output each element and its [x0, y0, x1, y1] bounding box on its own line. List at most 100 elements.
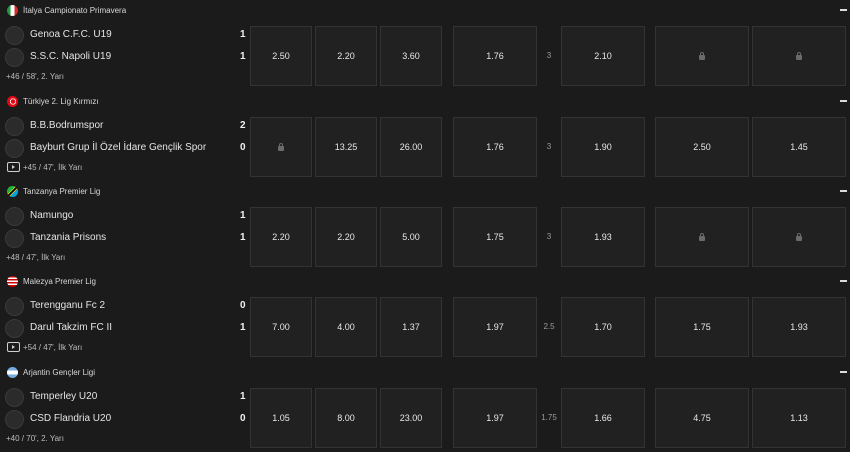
league-header[interactable]: Türkiye 2. Lig Kırmızı — [0, 91, 850, 113]
odd-value: 1.13 — [790, 413, 808, 423]
odd-button-over[interactable]: 1.97 — [453, 297, 537, 357]
odd-value: 4.00 — [337, 322, 355, 332]
odd-button-over[interactable]: 1.76 — [453, 117, 537, 177]
odd-value: 1.75 — [693, 322, 711, 332]
team-row[interactable]: Temperley U20 1 — [0, 388, 250, 408]
lock-icon — [796, 232, 802, 241]
odd-button-under[interactable]: 2.10 — [561, 26, 645, 86]
live-stream-icon[interactable] — [7, 342, 20, 352]
collapse-icon[interactable] — [840, 280, 847, 282]
odd-button-away[interactable]: 23.00 — [380, 388, 442, 448]
odd-button-over[interactable]: 1.76 — [453, 26, 537, 86]
team-score: 1 — [240, 391, 246, 402]
team-row[interactable]: Darul Takzim FC II 1 — [0, 319, 250, 339]
team-logo-icon — [5, 388, 24, 407]
match-time-text: +40 / 70', 2. Yarı — [6, 434, 64, 443]
team-name: B.B.Bodrumspor — [30, 120, 104, 131]
total-line: 1.75 — [541, 413, 557, 422]
team-row[interactable]: Tanzania Prisons 1 — [0, 229, 250, 249]
match-time-info: +46 / 58', 2. Yarı — [0, 70, 250, 84]
league-header[interactable]: Tanzanya Premier Lig — [0, 181, 850, 203]
team-row[interactable]: S.S.C. Napoli U19 1 — [0, 48, 250, 68]
odd-value: 1.93 — [790, 322, 808, 332]
odd-button-away[interactable]: 5.00 — [380, 207, 442, 267]
odd-button-draw[interactable]: 2.20 — [315, 26, 377, 86]
odd-button-draw[interactable]: 2.20 — [315, 207, 377, 267]
odd-value: 2.10 — [594, 51, 612, 61]
team-logo-icon — [5, 410, 24, 429]
odd-button-yes[interactable] — [655, 207, 749, 267]
match-time-text: +46 / 58', 2. Yarı — [6, 72, 64, 81]
league-name: İtalya Campionato Primavera — [23, 6, 127, 15]
odd-value: 1.76 — [486, 51, 504, 61]
team-name: Genoa C.F.C. U19 — [30, 29, 112, 40]
collapse-icon[interactable] — [840, 9, 847, 11]
odd-button-yes[interactable]: 2.50 — [655, 117, 749, 177]
odd-value: 1.93 — [594, 232, 612, 242]
odd-value: 2.50 — [693, 142, 711, 152]
match-time-info: +48 / 47', İlk Yarı — [0, 251, 250, 265]
league-header[interactable]: İtalya Campionato Primavera — [0, 0, 850, 22]
odd-button-no[interactable]: 1.45 — [752, 117, 846, 177]
lock-icon — [699, 232, 705, 241]
odd-value: 1.76 — [486, 142, 504, 152]
team-row[interactable]: Genoa C.F.C. U19 1 — [0, 26, 250, 46]
odd-value: 1.97 — [486, 322, 504, 332]
odd-value: 3.60 — [402, 51, 420, 61]
odd-button-yes[interactable]: 1.75 — [655, 297, 749, 357]
odd-button-no[interactable] — [752, 26, 846, 86]
team-logo-icon — [5, 48, 24, 67]
team-logo-icon — [5, 139, 24, 158]
odd-button-away[interactable]: 26.00 — [380, 117, 442, 177]
odd-button-away[interactable]: 1.37 — [380, 297, 442, 357]
league-header[interactable]: Arjantin Gençler Ligi — [0, 362, 850, 384]
odd-button-under[interactable]: 1.93 — [561, 207, 645, 267]
italy-flag-icon — [7, 5, 18, 16]
odd-button-yes[interactable]: 4.75 — [655, 388, 749, 448]
malaysia-flag-icon — [7, 276, 18, 287]
odd-button-no[interactable] — [752, 207, 846, 267]
team-name: S.S.C. Napoli U19 — [30, 51, 112, 62]
team-score: 1 — [240, 322, 246, 333]
collapse-icon[interactable] — [840, 371, 847, 373]
odd-button-draw[interactable]: 13.25 — [315, 117, 377, 177]
odd-button-home[interactable]: 7.00 — [250, 297, 312, 357]
team-row[interactable]: Terengganu Fc 2 0 — [0, 297, 250, 317]
odd-value: 2.20 — [337, 51, 355, 61]
odd-button-under[interactable]: 1.70 — [561, 297, 645, 357]
odd-button-home[interactable]: 2.20 — [250, 207, 312, 267]
odd-button-no[interactable]: 1.93 — [752, 297, 846, 357]
odd-button-under[interactable]: 1.90 — [561, 117, 645, 177]
team-score: 0 — [240, 142, 246, 153]
odd-value: 1.66 — [594, 413, 612, 423]
team-score: 1 — [240, 51, 246, 62]
odd-button-draw[interactable]: 4.00 — [315, 297, 377, 357]
odd-button-draw[interactable]: 8.00 — [315, 388, 377, 448]
team-logo-icon — [5, 319, 24, 338]
odd-button-away[interactable]: 3.60 — [380, 26, 442, 86]
odd-value: 1.45 — [790, 142, 808, 152]
team-score: 1 — [240, 29, 246, 40]
team-name: Tanzania Prisons — [30, 232, 107, 243]
odd-value: 1.75 — [486, 232, 504, 242]
odd-button-home[interactable]: 2.50 — [250, 26, 312, 86]
league-header[interactable]: Malezya Premier Lig — [0, 271, 850, 293]
odd-button-no[interactable]: 1.13 — [752, 388, 846, 448]
team-name: Terengganu Fc 2 — [30, 300, 106, 311]
odd-button-under[interactable]: 1.66 — [561, 388, 645, 448]
collapse-icon[interactable] — [840, 100, 847, 102]
odd-button-over[interactable]: 1.75 — [453, 207, 537, 267]
match-time-text: +45 / 47', İlk Yarı — [23, 163, 83, 172]
collapse-icon[interactable] — [840, 190, 847, 192]
team-row[interactable]: B.B.Bodrumspor 2 — [0, 117, 250, 137]
team-row[interactable]: Bayburt Grup İl Özel İdare Gençlik Spor 0 — [0, 139, 250, 159]
team-row[interactable]: CSD Flandria U20 0 — [0, 410, 250, 430]
live-stream-icon[interactable] — [7, 162, 20, 172]
odd-button-home[interactable] — [250, 117, 312, 177]
team-name: Temperley U20 — [30, 391, 98, 402]
team-score: 2 — [240, 120, 246, 131]
odd-button-yes[interactable] — [655, 26, 749, 86]
odd-button-home[interactable]: 1.05 — [250, 388, 312, 448]
team-row[interactable]: Namungo 1 — [0, 207, 250, 227]
odd-button-over[interactable]: 1.97 — [453, 388, 537, 448]
